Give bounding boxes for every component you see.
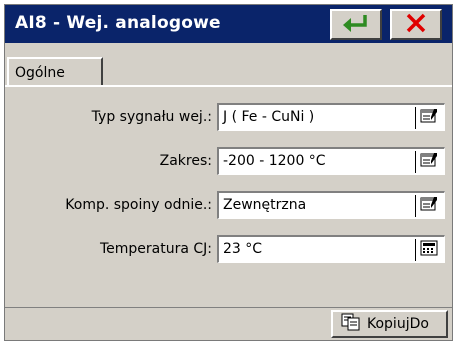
properties-icon (420, 108, 438, 128)
cj-temperature-keypad-button[interactable] (415, 239, 442, 261)
keypad-icon (420, 240, 438, 260)
window-title: AI8 - Wej. analogowe (15, 13, 221, 33)
field-row-signal-type: Typ sygnału wej.: J ( Fe - CuNi ) (5, 103, 452, 133)
tab-ogolne[interactable]: Ogólne (7, 57, 103, 87)
cj-compensation-label: Komp. spoiny odnie.: (65, 197, 212, 213)
enter-button[interactable] (330, 9, 382, 40)
general-panel: Typ sygnału wej.: J ( Fe - CuNi ) Zakres… (5, 85, 452, 305)
signal-type-edit-button[interactable] (415, 107, 442, 129)
close-icon (405, 13, 427, 37)
cj-temperature-field[interactable]: 23 °C (217, 235, 445, 263)
properties-icon (420, 196, 438, 216)
signal-type-value: J ( Fe - CuNi ) (223, 109, 315, 125)
field-row-cj-temperature: Temperatura CJ: 23 °C (5, 235, 452, 265)
field-row-range: Zakres: -200 - 1200 °C (5, 147, 452, 177)
range-label: Zakres: (159, 153, 212, 169)
cj-temperature-value: 23 °C (223, 241, 263, 257)
cj-compensation-edit-button[interactable] (415, 195, 442, 217)
copy-to-label: KopiujDo (367, 316, 429, 332)
copy-to-button[interactable]: KopiujDo (331, 310, 448, 338)
dialog-window: AI8 - Wej. analogowe Ogólne Typ sygnału … (4, 4, 453, 341)
cj-compensation-field[interactable]: Zewnętrzna (217, 191, 445, 219)
signal-type-field[interactable]: J ( Fe - CuNi ) (217, 103, 445, 131)
tab-strip: Ogólne (5, 43, 452, 87)
field-row-cj-compensation: Komp. spoiny odnie.: Zewnętrzna (5, 191, 452, 221)
signal-type-label: Typ sygnału wej.: (91, 109, 212, 125)
properties-icon (420, 152, 438, 172)
copy-icon (341, 313, 361, 335)
bottom-bar: KopiujDo (5, 307, 452, 340)
range-field[interactable]: -200 - 1200 °C (217, 147, 445, 175)
close-button[interactable] (390, 9, 442, 40)
range-value: -200 - 1200 °C (223, 153, 326, 169)
cj-compensation-value: Zewnętrzna (223, 197, 307, 213)
title-bar: AI8 - Wej. analogowe (5, 5, 452, 43)
enter-arrow-icon (341, 13, 371, 37)
cj-temperature-label: Temperatura CJ: (99, 241, 212, 257)
range-edit-button[interactable] (415, 151, 442, 173)
